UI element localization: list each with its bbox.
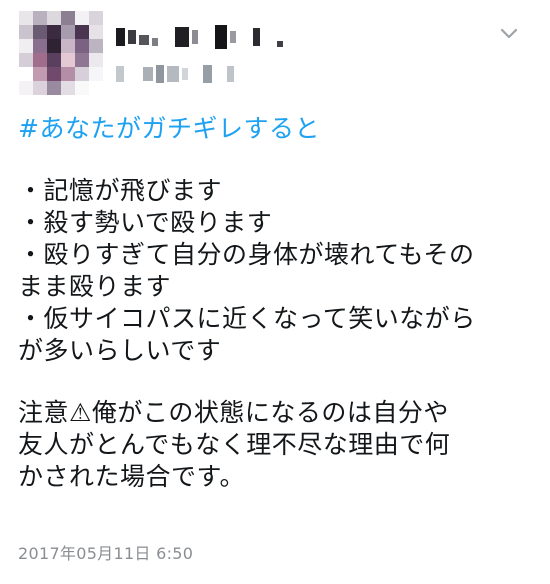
tweet-line: ・仮サイコパスに近くなって笑いながら	[18, 304, 476, 333]
avatar[interactable]	[19, 11, 103, 95]
user-handle[interactable]	[116, 63, 234, 85]
tweet-line: ・殺す勢いで殴ります	[18, 208, 273, 237]
hashtag-link[interactable]: #あなたがガチギレすると	[18, 113, 538, 145]
tweet-line: ・記憶が飛びます	[18, 176, 223, 205]
note-line: 友人がとんでもなく理不尽な理由で何	[18, 430, 451, 459]
timestamp[interactable]: 2017年05月11日 6:50	[18, 540, 193, 564]
tweet-line: まま殴ります	[18, 272, 172, 301]
tweet-line: が多いらしいです	[18, 336, 222, 365]
note-line: かされた場合です。	[18, 462, 246, 491]
display-name[interactable]	[116, 22, 283, 52]
tweet-line: ・殴りすぎて自分の身体が壊れてもその	[18, 240, 475, 269]
tweet-menu-button[interactable]	[498, 22, 520, 44]
chevron-down-icon	[500, 28, 518, 39]
tweet-card: #あなたがガチギレすると ・記憶が飛びます ・殺す勢いで殴ります ・殴りすぎて自…	[0, 0, 550, 584]
note-line: 注意⚠俺がこの状態になるのは自分や	[18, 398, 449, 427]
tweet-text: #あなたがガチギレすると ・記憶が飛びます ・殺す勢いで殴ります ・殴りすぎて自…	[18, 113, 538, 493]
